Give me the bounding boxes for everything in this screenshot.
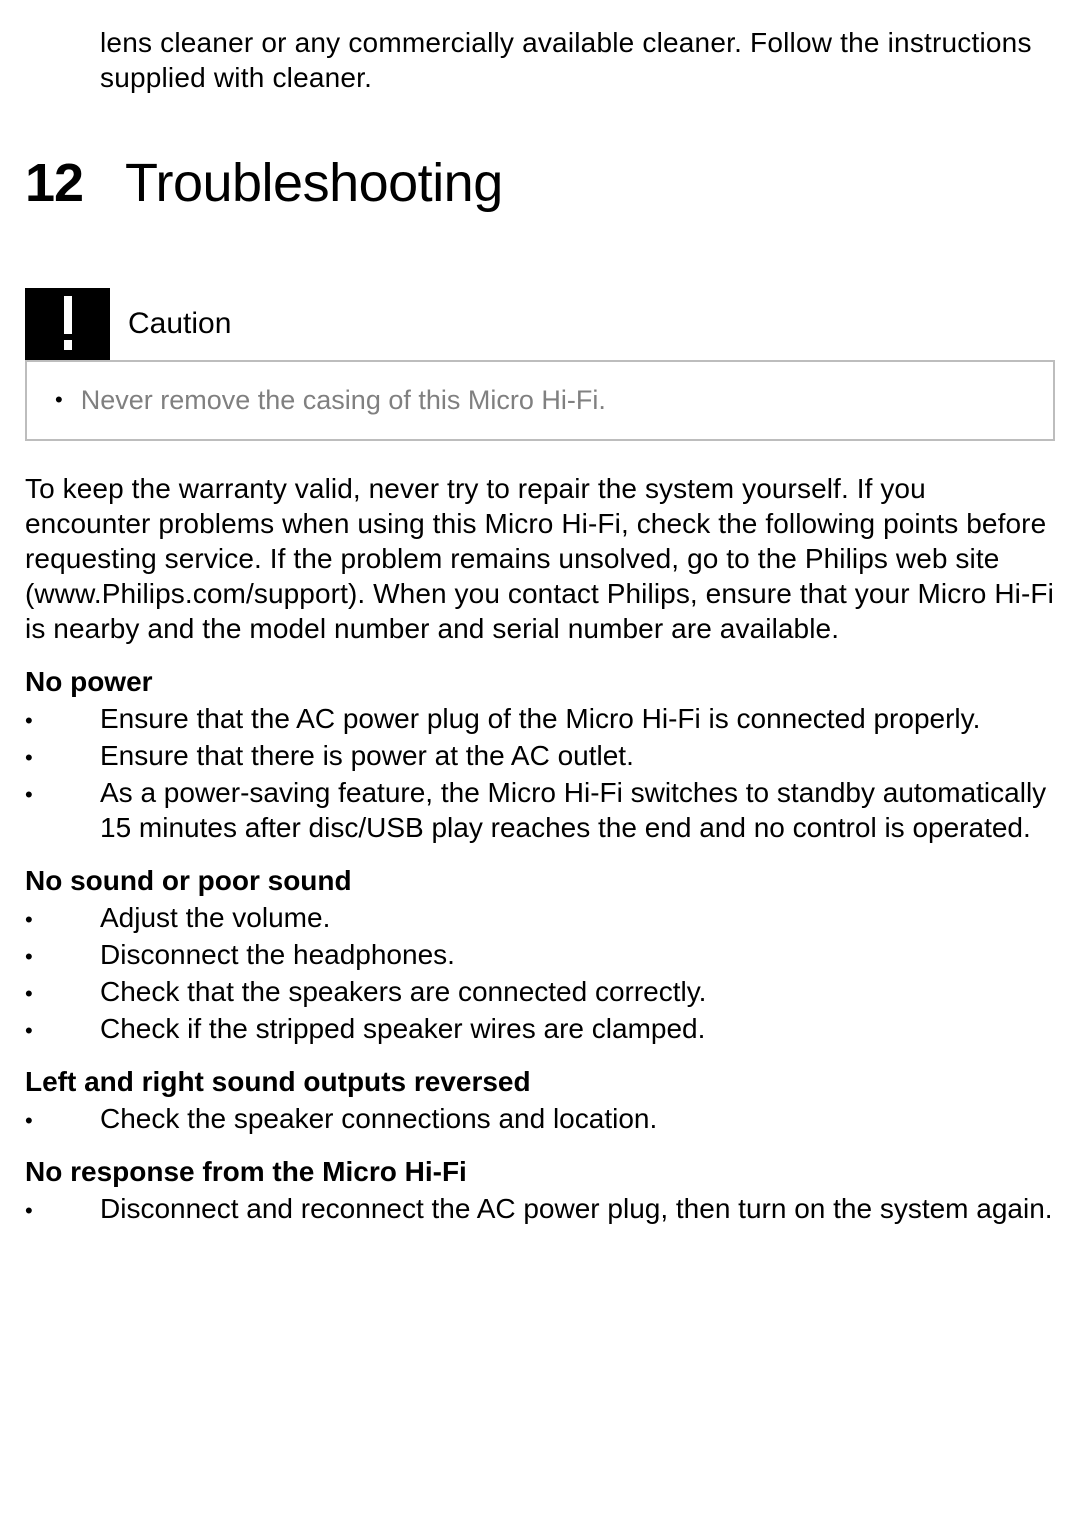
caution-block: Caution • Never remove the casing of thi… — [25, 288, 1055, 442]
caution-label: Caution — [128, 305, 231, 343]
list-item: •Ensure that there is power at the AC ou… — [25, 738, 1055, 773]
list-item-text: Check that the speakers are connected co… — [100, 974, 1055, 1009]
list-item-text: Disconnect the headphones. — [100, 937, 1055, 972]
bullet-icon: • — [25, 1110, 100, 1132]
troubleshoot-section: No power•Ensure that the AC power plug o… — [25, 664, 1055, 845]
bullet-icon: • — [25, 784, 100, 806]
chapter-heading: 12 Troubleshooting — [25, 150, 1055, 218]
list-item-text: Adjust the volume. — [100, 900, 1055, 935]
section-title: No sound or poor sound — [25, 863, 1055, 898]
bullet-list: •Adjust the volume.•Disconnect the headp… — [25, 900, 1055, 1046]
caution-header: Caution — [25, 288, 1055, 360]
bullet-icon: • — [25, 946, 100, 968]
list-item-text: Check the speaker connections and locati… — [100, 1101, 1055, 1136]
list-item: •Check the speaker connections and locat… — [25, 1101, 1055, 1136]
bullet-icon: • — [25, 1020, 100, 1042]
list-item-text: As a power-saving feature, the Micro Hi-… — [100, 775, 1055, 845]
bullet-icon: • — [55, 389, 63, 411]
list-item-text: Ensure that there is power at the AC out… — [100, 738, 1055, 773]
list-item: •Disconnect and reconnect the AC power p… — [25, 1191, 1055, 1226]
list-item: •Check that the speakers are connected c… — [25, 974, 1055, 1009]
section-title: Left and right sound outputs reversed — [25, 1064, 1055, 1099]
exclamation-icon — [25, 288, 110, 360]
list-item: •Disconnect the headphones. — [25, 937, 1055, 972]
bullet-icon: • — [25, 1200, 100, 1222]
chapter-number: 12 — [25, 150, 125, 218]
bullet-list: •Ensure that the AC power plug of the Mi… — [25, 701, 1055, 845]
bullet-list: •Check the speaker connections and locat… — [25, 1101, 1055, 1136]
list-item-text: Disconnect and reconnect the AC power pl… — [100, 1191, 1055, 1226]
list-item: •Check if the stripped speaker wires are… — [25, 1011, 1055, 1046]
bullet-icon: • — [25, 983, 100, 1005]
caution-item-text: Never remove the casing of this Micro Hi… — [81, 384, 606, 418]
chapter-title: Troubleshooting — [125, 150, 503, 218]
caution-box: • Never remove the casing of this Micro … — [25, 360, 1055, 442]
list-item-text: Check if the stripped speaker wires are … — [100, 1011, 1055, 1046]
list-item-text: Ensure that the AC power plug of the Mic… — [100, 701, 1055, 736]
previous-page-fragment: lens cleaner or any commercially availab… — [100, 25, 1055, 95]
troubleshoot-section: No response from the Micro Hi-Fi•Disconn… — [25, 1154, 1055, 1226]
list-item: •Ensure that the AC power plug of the Mi… — [25, 701, 1055, 736]
list-item: •Adjust the volume. — [25, 900, 1055, 935]
caution-item: • Never remove the casing of this Micro … — [55, 384, 1033, 418]
intro-paragraph: To keep the warranty valid, never try to… — [25, 471, 1055, 646]
troubleshoot-section: No sound or poor sound•Adjust the volume… — [25, 863, 1055, 1046]
bullet-list: •Disconnect and reconnect the AC power p… — [25, 1191, 1055, 1226]
bullet-icon: • — [25, 710, 100, 732]
list-item: •As a power-saving feature, the Micro Hi… — [25, 775, 1055, 845]
troubleshoot-section: Left and right sound outputs reversed•Ch… — [25, 1064, 1055, 1136]
bullet-icon: • — [25, 909, 100, 931]
section-title: No power — [25, 664, 1055, 699]
section-title: No response from the Micro Hi-Fi — [25, 1154, 1055, 1189]
bullet-icon: • — [25, 747, 100, 769]
